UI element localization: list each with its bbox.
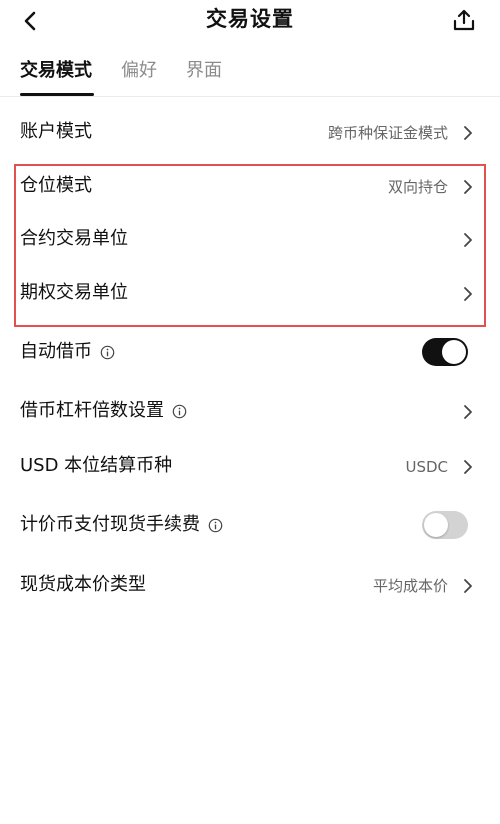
chevron-right-icon (464, 233, 472, 247)
position-mode-value: 双向持仓 (387, 178, 448, 196)
share-upload-icon (453, 9, 475, 31)
auto-borrow-row: 自动借币 (0, 332, 500, 372)
spot-cost-row[interactable]: 现货成本价类型 平均成本价 (0, 565, 500, 605)
tab-interface[interactable]: 界面 (186, 58, 222, 84)
account-mode-label: 账户模式 (20, 121, 92, 142)
option-unit-row[interactable]: 期权交易单位 (0, 273, 500, 313)
account-mode-row[interactable]: 账户模式 跨币种保证金模式 (0, 112, 500, 152)
quote-fee-row: 计价币支付现货手续费 (0, 505, 500, 545)
tab-preferences[interactable]: 偏好 (121, 58, 157, 84)
position-mode-label: 仓位模式 (20, 175, 92, 196)
quote-fee-label: 计价币支付现货手续费 (20, 514, 200, 535)
tab-bar: 交易模式 偏好 界面 (0, 54, 500, 98)
usd-settle-label: USD 本位结算币种 (20, 455, 173, 476)
toggle-knob (424, 513, 448, 537)
chevron-right-icon (464, 460, 472, 474)
spot-cost-value: 平均成本价 (372, 577, 448, 595)
chevron-right-icon (464, 180, 472, 194)
info-icon[interactable] (100, 345, 115, 360)
chevron-right-icon (464, 579, 472, 593)
chevron-right-icon (464, 405, 472, 419)
info-icon[interactable] (172, 404, 187, 419)
info-icon[interactable] (208, 518, 223, 533)
auto-borrow-toggle[interactable] (422, 338, 468, 366)
tab-trading-mode[interactable]: 交易模式 (20, 58, 92, 84)
usd-settle-value: USDC (405, 458, 448, 476)
quote-fee-toggle[interactable] (422, 511, 468, 539)
toggle-knob (442, 340, 466, 364)
contract-unit-label: 合约交易单位 (20, 228, 128, 249)
page-title: 交易设置 (206, 7, 294, 31)
auto-borrow-label: 自动借币 (20, 341, 92, 362)
top-bar: 交易设置 (0, 0, 500, 40)
contract-unit-row[interactable]: 合约交易单位 (0, 219, 500, 259)
usd-settle-row[interactable]: USD 本位结算币种 USDC (0, 446, 500, 486)
borrow-leverage-row[interactable]: 借币杠杆倍数设置 (0, 391, 500, 431)
option-unit-label: 期权交易单位 (20, 282, 128, 303)
tabs-divider (0, 96, 500, 97)
spot-cost-label: 现货成本价类型 (20, 574, 146, 595)
borrow-leverage-label: 借币杠杆倍数设置 (20, 400, 164, 421)
share-button[interactable] (450, 6, 478, 34)
chevron-right-icon (464, 287, 472, 301)
chevron-right-icon (464, 126, 472, 140)
position-mode-row[interactable]: 仓位模式 双向持仓 (0, 166, 500, 206)
account-mode-value: 跨币种保证金模式 (327, 124, 448, 142)
